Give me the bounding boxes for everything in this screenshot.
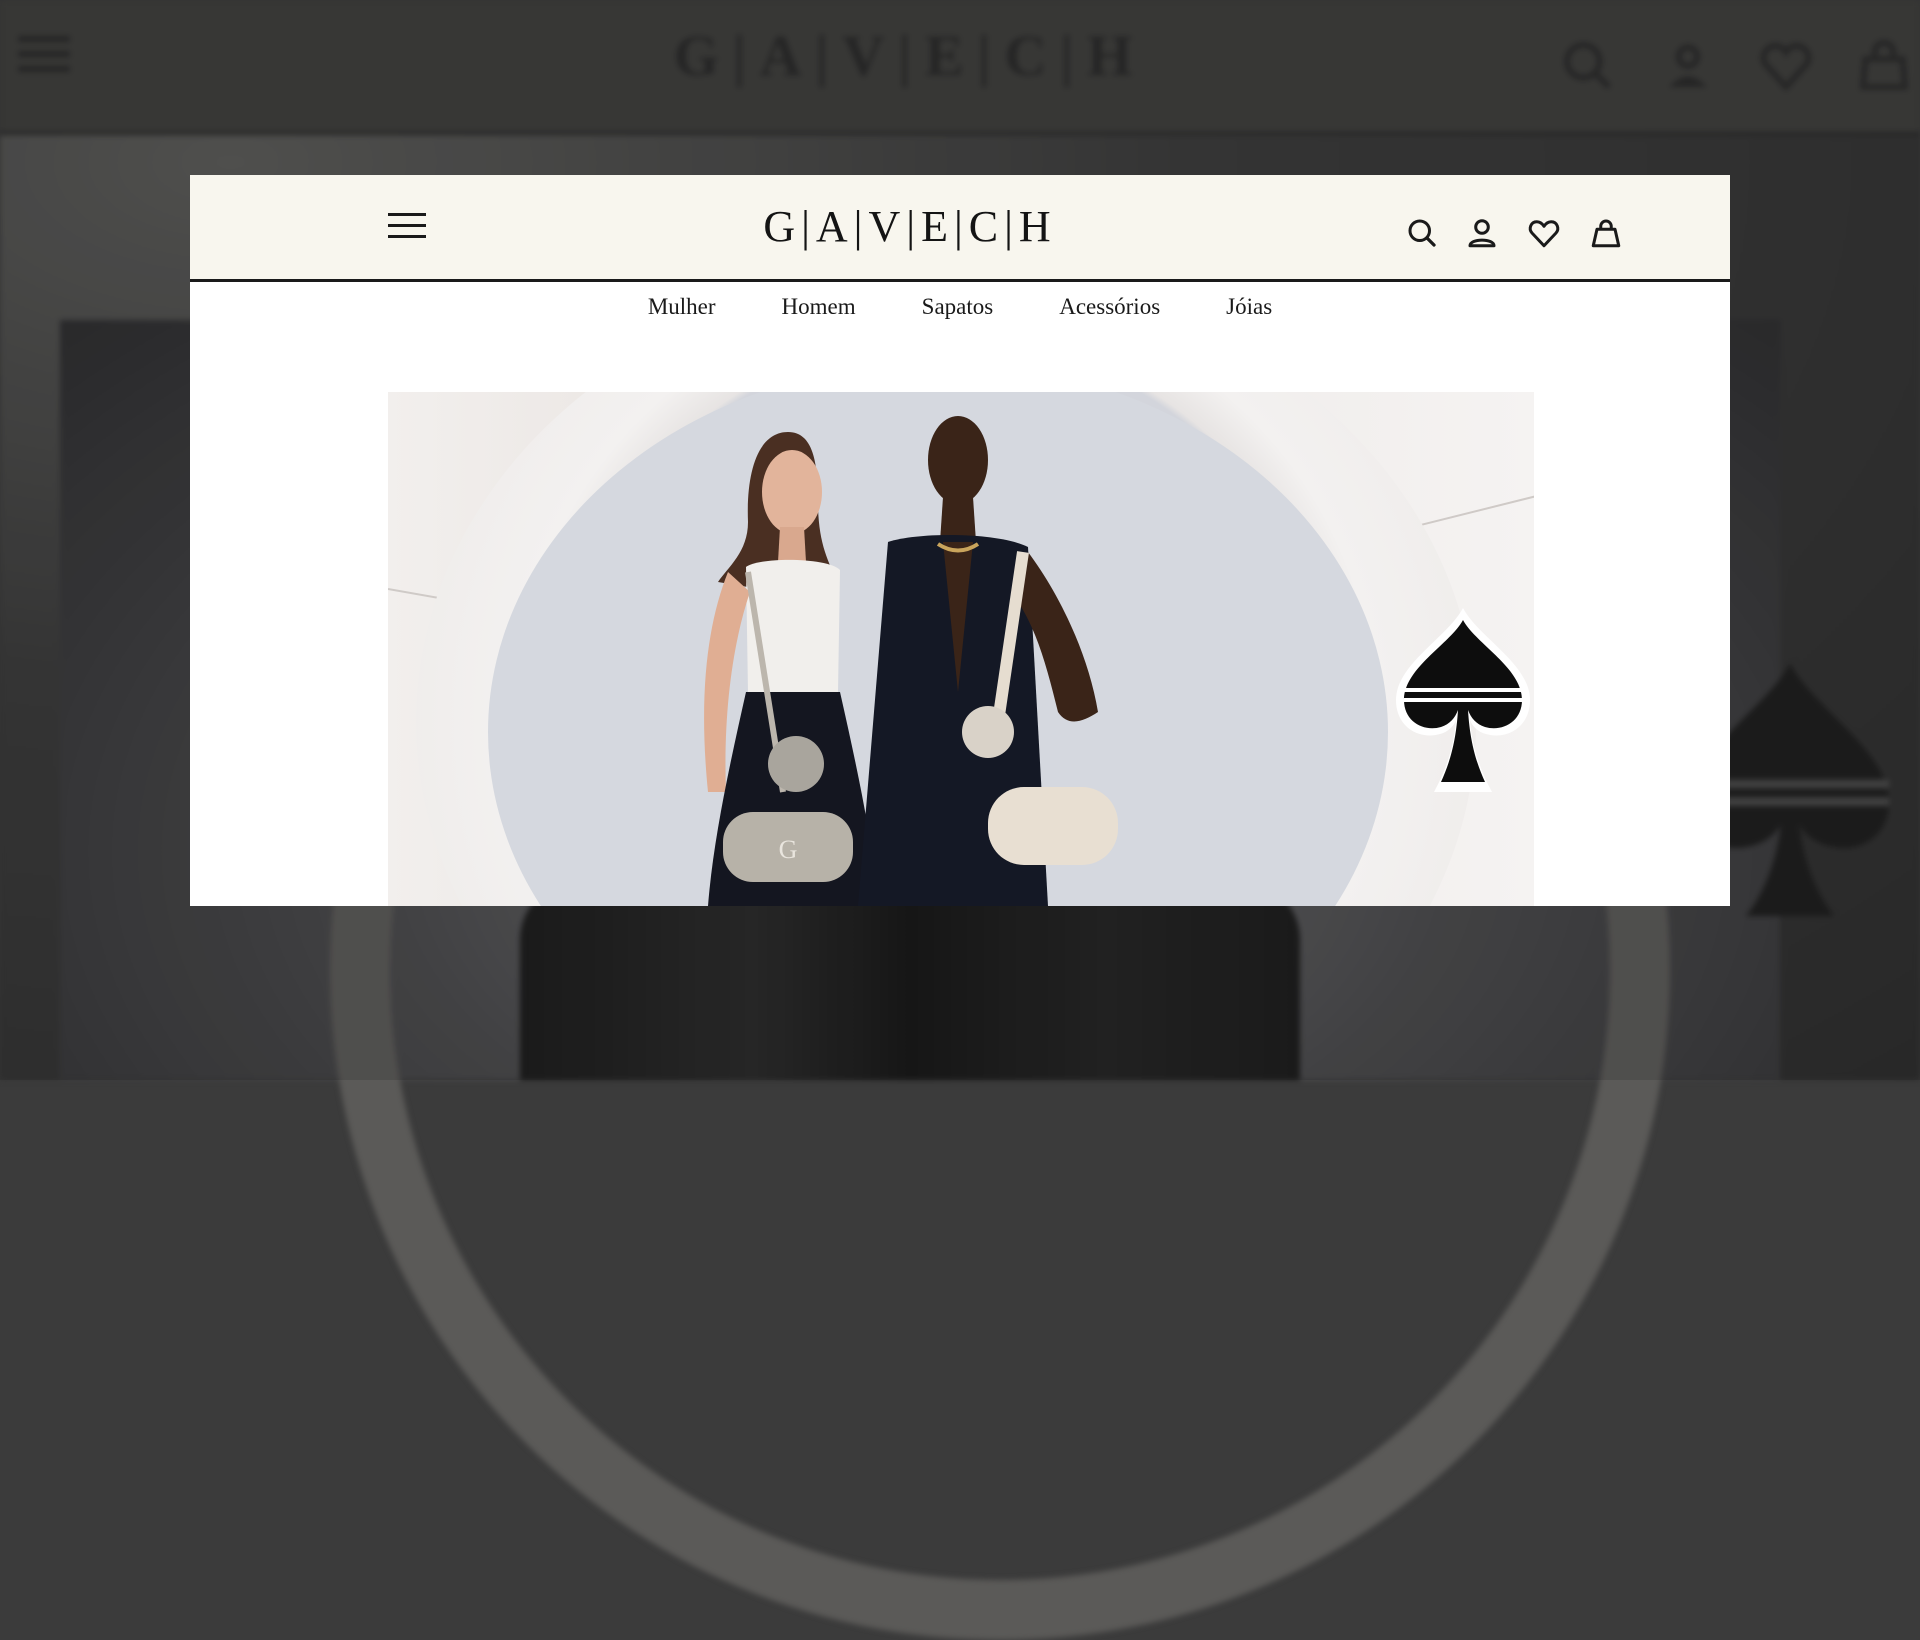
main-navigation: Mulher Homem Sapatos Acessórios Jóias bbox=[190, 282, 1730, 342]
nav-item-homem[interactable]: Homem bbox=[782, 282, 856, 320]
nav-item-sapatos[interactable]: Sapatos bbox=[922, 282, 994, 320]
nav-item-acessorios[interactable]: Acessórios bbox=[1059, 282, 1160, 320]
hamburger-menu-icon[interactable] bbox=[388, 213, 426, 241]
user-icon[interactable] bbox=[1464, 215, 1500, 251]
hero-models-image: G bbox=[704, 416, 1118, 906]
model-left-face bbox=[762, 450, 822, 534]
model-left-neck bbox=[778, 527, 806, 562]
heart-icon[interactable] bbox=[1526, 215, 1562, 251]
spade-icon bbox=[1396, 608, 1530, 792]
bag-icon[interactable] bbox=[1588, 215, 1624, 251]
store-preview-window: G|A|V|E|C|H Mulher Homem Sapatos Acessór… bbox=[190, 175, 1730, 906]
search-icon[interactable] bbox=[1404, 215, 1440, 251]
model-left-pouch bbox=[768, 736, 824, 792]
nav-item-joias[interactable]: Jóias bbox=[1226, 282, 1272, 320]
model-left-bag-monogram: G bbox=[779, 835, 798, 864]
hero-banner[interactable]: G bbox=[388, 392, 1534, 906]
model-right-bag bbox=[988, 787, 1118, 865]
brand-logo[interactable]: G|A|V|E|C|H bbox=[660, 201, 1160, 252]
nav-item-mulher[interactable]: Mulher bbox=[648, 282, 716, 320]
model-right-head bbox=[928, 416, 988, 504]
site-header: G|A|V|E|C|H bbox=[190, 175, 1730, 282]
model-right-pouch bbox=[962, 706, 1014, 758]
model-left-top bbox=[746, 559, 840, 692]
